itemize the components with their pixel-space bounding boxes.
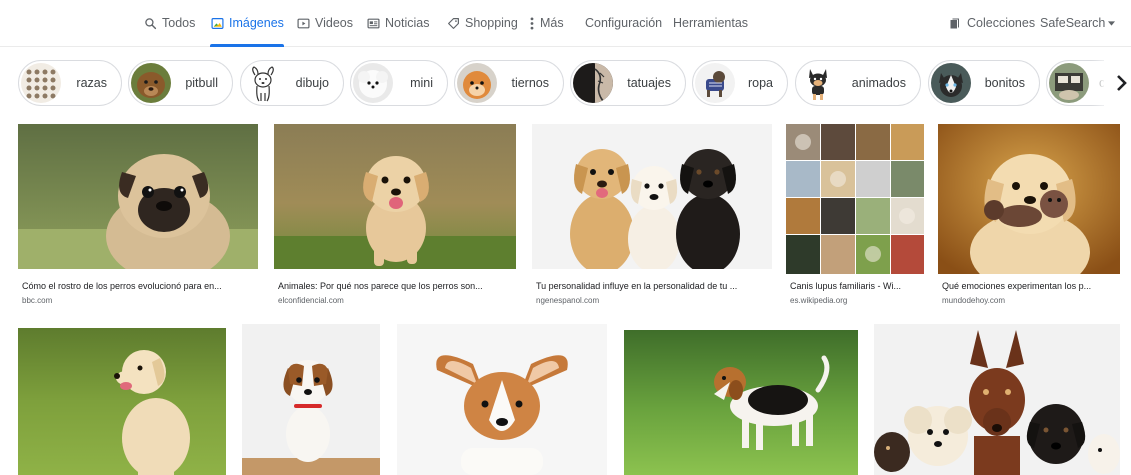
image-result[interactable]: Canis lupus familiaris - Wi... es.wikipe…	[786, 124, 924, 312]
result-thumbnail[interactable]	[532, 124, 772, 269]
video-icon	[296, 16, 310, 30]
tab-noticias[interactable]: Noticias	[366, 0, 429, 46]
result-thumbnail[interactable]	[274, 124, 516, 269]
result-source: es.wikipedia.org	[790, 296, 848, 305]
result-title[interactable]: Cómo el rostro de los perros evolucionó …	[22, 281, 254, 291]
result-thumbnail[interactable]	[18, 328, 226, 475]
result-thumbnail[interactable]	[874, 324, 1120, 475]
caret-down-icon	[1108, 20, 1116, 26]
image-result[interactable]: Cómo el rostro de los perros evolucionó …	[18, 124, 258, 312]
image-result[interactable]: Animales: Por qué nos parece que los per…	[274, 124, 516, 312]
colecciones-link[interactable]: Colecciones	[948, 0, 1035, 46]
chip-label: bonitos	[984, 76, 1025, 90]
result-thumbnail[interactable]	[938, 124, 1120, 274]
link-label: Herramientas	[673, 16, 749, 30]
tag-icon	[446, 16, 460, 30]
link-label: SafeSearch	[1040, 16, 1106, 30]
image-result[interactable]	[874, 324, 1120, 475]
tab-label: Videos	[315, 16, 353, 30]
image-result[interactable]	[242, 324, 380, 475]
chip-thumbnail	[131, 63, 171, 103]
tab-label: Más	[540, 16, 564, 30]
tab-mas[interactable]: Más	[529, 0, 564, 46]
tab-videos[interactable]: Videos	[296, 0, 353, 46]
search-icon	[143, 16, 157, 30]
chip-thumbnail	[1049, 63, 1089, 103]
result-source: elconfidencial.com	[278, 296, 344, 305]
result-source: ngenespanol.com	[536, 296, 600, 305]
result-source: bbc.com	[22, 296, 53, 305]
chip-label: ropa	[747, 76, 773, 90]
related-searches-chips: razas pitbull dibujo mini tiernos tatuaj…	[0, 52, 1131, 118]
chip-ropa[interactable]: ropa	[692, 60, 788, 106]
image-result[interactable]	[18, 328, 226, 475]
chip-label: mini	[410, 76, 433, 90]
tab-label: Todos	[162, 16, 196, 30]
chip-thumbnail	[573, 63, 613, 103]
tab-imagenes[interactable]: Imágenes	[210, 0, 284, 47]
chip-thumbnail	[931, 63, 971, 103]
chip-tiernos[interactable]: tiernos	[454, 60, 564, 106]
configuracion-link[interactable]: Configuración	[585, 0, 662, 46]
image-icon	[210, 16, 224, 30]
herramientas-link[interactable]: Herramientas	[673, 0, 748, 46]
result-title[interactable]: Canis lupus familiaris - Wi...	[790, 281, 920, 291]
tab-shopping[interactable]: Shopping	[446, 0, 518, 46]
chip-thumbnail	[21, 63, 61, 103]
bookmark-icon	[948, 16, 962, 30]
result-thumbnail[interactable]	[397, 324, 607, 475]
result-title[interactable]: Tu personalidad influye en la personalid…	[536, 281, 768, 291]
result-thumbnail[interactable]	[786, 124, 924, 274]
search-tabs-bar: Todos Imágenes Videos Noticias Shopping …	[0, 0, 1131, 47]
image-result[interactable]	[624, 330, 858, 475]
link-label: Colecciones	[967, 16, 1036, 30]
chip-thumbnail	[353, 63, 393, 103]
more-vert-icon	[529, 16, 535, 30]
result-thumbnail[interactable]	[242, 324, 380, 475]
tab-label: Noticias	[385, 16, 430, 30]
chip-thumbnail	[457, 63, 497, 103]
result-thumbnail[interactable]	[624, 330, 858, 475]
chip-tatuajes[interactable]: tatuajes	[570, 60, 686, 106]
chip-bonitos[interactable]: bonitos	[928, 60, 1040, 106]
chip-razas[interactable]: razas	[18, 60, 122, 106]
result-source: mundodehoy.com	[942, 296, 1005, 305]
chip-dibujo[interactable]: dibujo	[240, 60, 344, 106]
chevron-right-icon	[1116, 74, 1128, 92]
chip-thumbnail	[798, 63, 838, 103]
image-result[interactable]: Qué emociones experimentan los p... mund…	[938, 124, 1120, 312]
chips-scroll-right-button[interactable]	[1104, 60, 1131, 106]
result-title[interactable]: Qué emociones experimentan los p...	[942, 281, 1114, 291]
tab-label: Imágenes	[229, 16, 284, 30]
link-label: Configuración	[585, 16, 663, 30]
image-result[interactable]	[397, 324, 607, 475]
chip-animados[interactable]: animados	[795, 60, 921, 106]
result-title[interactable]: Animales: Por qué nos parece que los per…	[278, 281, 512, 291]
chip-label: pitbull	[185, 76, 218, 90]
news-icon	[366, 16, 380, 30]
chip-thumbnail	[695, 63, 735, 103]
safesearch-dropdown[interactable]: SafeSearch	[1040, 0, 1116, 46]
chip-label: animados	[851, 76, 906, 90]
tab-todos[interactable]: Todos	[143, 0, 195, 46]
chip-mini[interactable]: mini	[350, 60, 448, 106]
result-thumbnail[interactable]	[18, 124, 258, 269]
chip-thumbnail	[243, 63, 283, 103]
chip-label: razas	[76, 76, 107, 90]
image-result[interactable]: Tu personalidad influye en la personalid…	[532, 124, 772, 312]
chip-label: dibujo	[295, 76, 329, 90]
chip-pitbull[interactable]: pitbull	[128, 60, 233, 106]
chip-label: tiernos	[511, 76, 549, 90]
chip-label: tatuajes	[627, 76, 671, 90]
tab-label: Shopping	[465, 16, 518, 30]
